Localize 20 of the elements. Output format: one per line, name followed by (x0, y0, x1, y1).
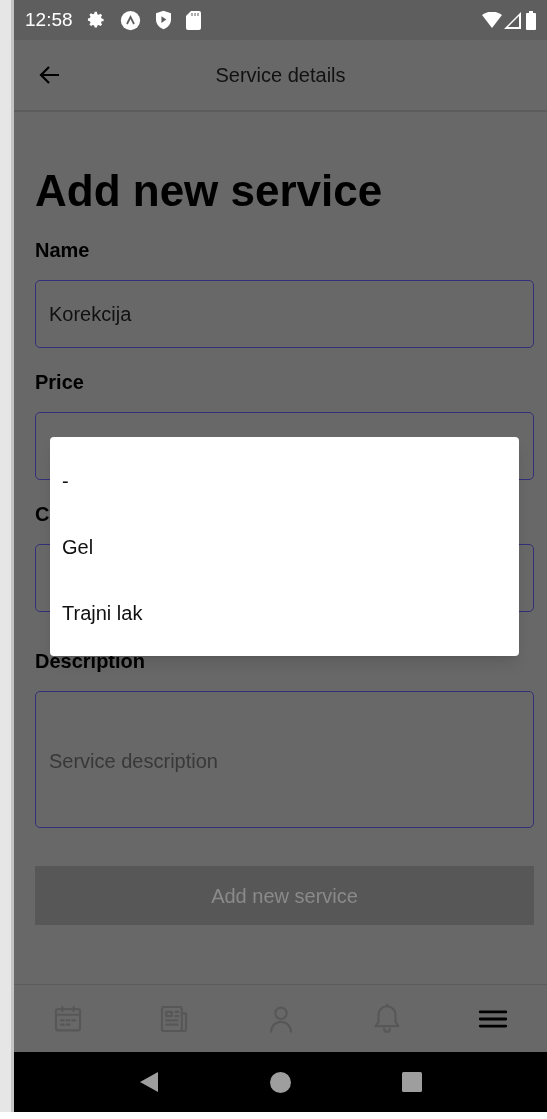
page-title: Add new service (35, 165, 384, 217)
dropdown-option[interactable]: - (50, 448, 519, 514)
header-title: Service details (215, 63, 346, 88)
gear-icon (86, 10, 106, 30)
sd-card-icon (185, 10, 201, 30)
shield-play-icon (154, 10, 172, 30)
field-label: Price (35, 370, 85, 394)
back-triangle-icon[interactable] (139, 1071, 160, 1093)
cell-signal-icon (504, 11, 521, 29)
recents-square-icon[interactable] (401, 1072, 422, 1092)
field-label: Name (35, 238, 91, 262)
battery-icon (526, 10, 536, 30)
caret-badge-icon (119, 9, 141, 31)
clock-time: 12:58 (25, 7, 73, 32)
field-label: Description (35, 649, 147, 673)
wifi-icon (482, 12, 502, 28)
field-label: C (35, 502, 51, 526)
home-circle-icon[interactable] (270, 1071, 291, 1093)
dropdown-option[interactable]: Gel (50, 514, 519, 580)
dropdown-option[interactable]: Trajni lak (50, 580, 519, 646)
